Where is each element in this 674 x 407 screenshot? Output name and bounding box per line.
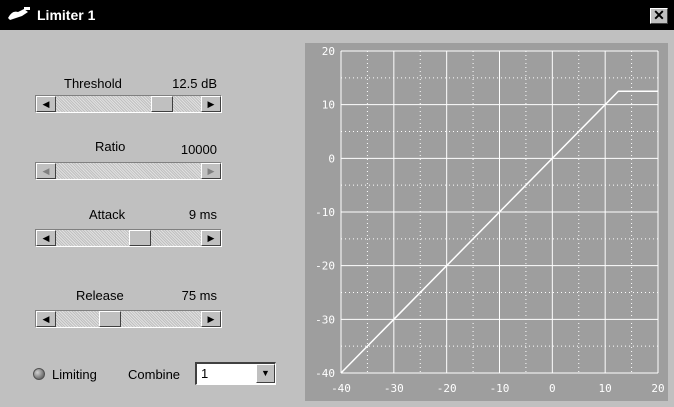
x-tick-label: 0 (549, 382, 556, 395)
arrow-right-icon: ▶ (207, 314, 215, 324)
combine-value: 1 (201, 366, 209, 381)
combine-select[interactable]: 1 ▼ (195, 362, 276, 385)
release-label: Release (76, 288, 124, 303)
window-title: Limiter 1 (37, 7, 96, 23)
x-tick-label: -30 (384, 382, 404, 395)
threshold-slider-thumb[interactable] (150, 96, 173, 112)
x-tick-label: 20 (651, 382, 664, 395)
chevron-down-icon: ▼ (261, 368, 270, 378)
x-tick-label: 10 (599, 382, 612, 395)
release-decrease-button[interactable]: ◀ (36, 311, 56, 327)
limiter-window: Limiter 1 ✕ Threshold 12.5 dB ◀ ▶ Ratio … (0, 0, 674, 407)
combine-dropdown-button[interactable]: ▼ (256, 364, 275, 383)
threshold-decrease-button[interactable]: ◀ (36, 96, 56, 112)
release-value: 75 ms (181, 288, 217, 303)
y-tick-label: -40 (315, 367, 335, 380)
plug-icon (8, 7, 30, 20)
attack-increase-button[interactable]: ▶ (201, 230, 221, 246)
x-tick-label: -10 (490, 382, 510, 395)
combine-label: Combine (128, 367, 181, 382)
y-tick-label: -10 (315, 206, 335, 219)
release-increase-button[interactable]: ▶ (201, 311, 221, 327)
arrow-right-icon: ▶ (207, 166, 215, 176)
x-tick-label: -20 (437, 382, 457, 395)
slider-track[interactable] (56, 96, 201, 112)
ratio-value: 10000 (180, 142, 217, 157)
slider-track[interactable] (56, 311, 201, 327)
ratio-slider[interactable]: ◀ ▶ (35, 162, 222, 180)
attack-slider[interactable]: ◀ ▶ (35, 229, 222, 247)
release-slider[interactable]: ◀ ▶ (35, 310, 222, 328)
attack-decrease-button[interactable]: ◀ (36, 230, 56, 246)
ratio-increase-button[interactable]: ▶ (201, 163, 221, 179)
threshold-increase-button[interactable]: ▶ (201, 96, 221, 112)
y-tick-label: -20 (315, 260, 335, 273)
attack-label: Attack (89, 207, 126, 222)
arrow-left-icon: ◀ (42, 166, 50, 176)
threshold-slider[interactable]: ◀ ▶ (35, 95, 222, 113)
transfer-curve-chart: -40 -30 -20 -10 0 10 20 20 10 0 -10 -20 -30 -40 (305, 43, 668, 401)
arrow-left-icon: ◀ (42, 233, 50, 243)
attack-slider-thumb[interactable] (128, 230, 151, 246)
close-icon: ✕ (653, 7, 665, 23)
arrow-left-icon: ◀ (42, 314, 50, 324)
limiting-label: Limiting (52, 367, 97, 382)
ratio-label: Ratio (95, 139, 126, 154)
attack-value: 9 ms (188, 207, 217, 222)
arrow-left-icon: ◀ (42, 99, 50, 109)
threshold-label: Threshold (64, 76, 122, 91)
y-tick-label: -30 (315, 313, 335, 326)
title-bar[interactable]: Limiter 1 ✕ (0, 0, 674, 30)
ratio-decrease-button[interactable]: ◀ (36, 163, 56, 179)
arrow-right-icon: ▶ (207, 233, 215, 243)
close-button[interactable]: ✕ (650, 8, 668, 24)
y-tick-label: 0 (328, 152, 335, 165)
slider-track[interactable] (56, 163, 201, 179)
arrow-right-icon: ▶ (207, 99, 215, 109)
y-tick-label: 20 (322, 45, 335, 58)
x-tick-label: -40 (331, 382, 351, 395)
threshold-value: 12.5 dB (172, 76, 217, 91)
limiting-indicator-led (33, 368, 45, 380)
release-slider-thumb[interactable] (99, 311, 122, 327)
y-tick-label: 10 (322, 99, 335, 112)
